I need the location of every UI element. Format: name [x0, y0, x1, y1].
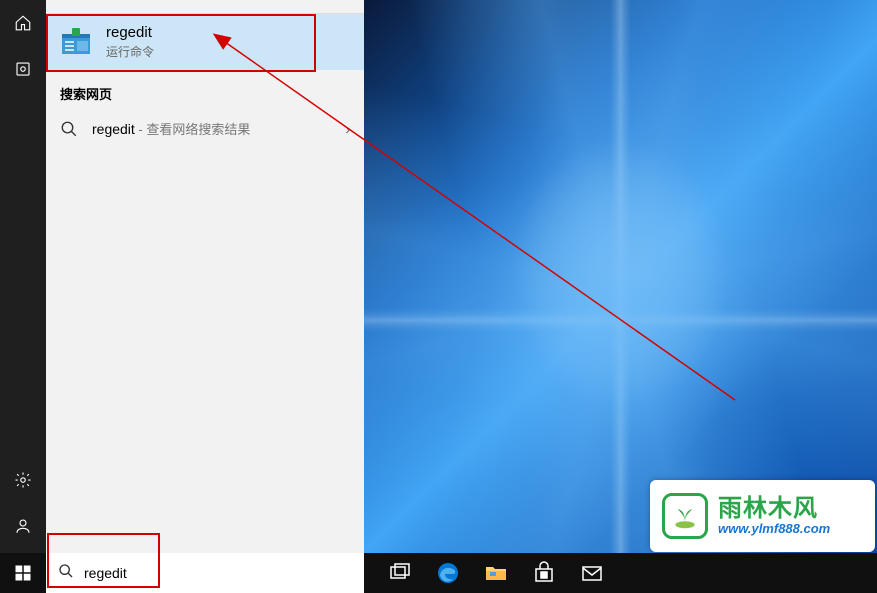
- search-results-panel: regedit 运行命令 搜索网页 regedit - 查看网络搜索结果 ›: [46, 0, 364, 555]
- web-search-result[interactable]: regedit - 查看网络搜索结果 ›: [46, 109, 364, 149]
- watermark-url: www.ylmf888.com: [718, 522, 830, 536]
- recent-icon[interactable]: [0, 46, 46, 92]
- best-match-title: regedit: [106, 24, 154, 41]
- file-explorer-icon[interactable]: [472, 553, 520, 593]
- watermark: 雨林木风 www.ylmf888.com: [650, 480, 875, 552]
- watermark-logo-icon: [662, 493, 708, 539]
- search-input[interactable]: [84, 565, 352, 581]
- web-result-suffix: - 查看网络搜索结果: [135, 122, 251, 137]
- gear-icon[interactable]: [0, 457, 46, 503]
- best-match-result[interactable]: regedit 运行命令: [46, 14, 364, 70]
- watermark-title: 雨林木风: [718, 496, 830, 522]
- search-icon: [58, 563, 74, 584]
- mail-icon[interactable]: [568, 553, 616, 593]
- best-match-subtitle: 运行命令: [106, 43, 154, 60]
- store-icon[interactable]: [520, 553, 568, 593]
- edge-icon[interactable]: [424, 553, 472, 593]
- taskbar: [0, 553, 877, 593]
- start-button[interactable]: [0, 553, 46, 593]
- panel-category-header: [46, 0, 364, 14]
- taskbar-search-box[interactable]: [46, 553, 364, 593]
- web-result-term: regedit: [92, 121, 135, 137]
- home-icon[interactable]: [0, 0, 46, 46]
- search-icon: [60, 120, 78, 138]
- regedit-icon: [60, 26, 92, 58]
- chevron-right-icon[interactable]: ›: [345, 121, 350, 137]
- web-section-header: 搜索网页: [46, 70, 364, 109]
- start-sidebar: [0, 0, 46, 555]
- person-icon[interactable]: [0, 503, 46, 549]
- task-view-icon[interactable]: [376, 553, 424, 593]
